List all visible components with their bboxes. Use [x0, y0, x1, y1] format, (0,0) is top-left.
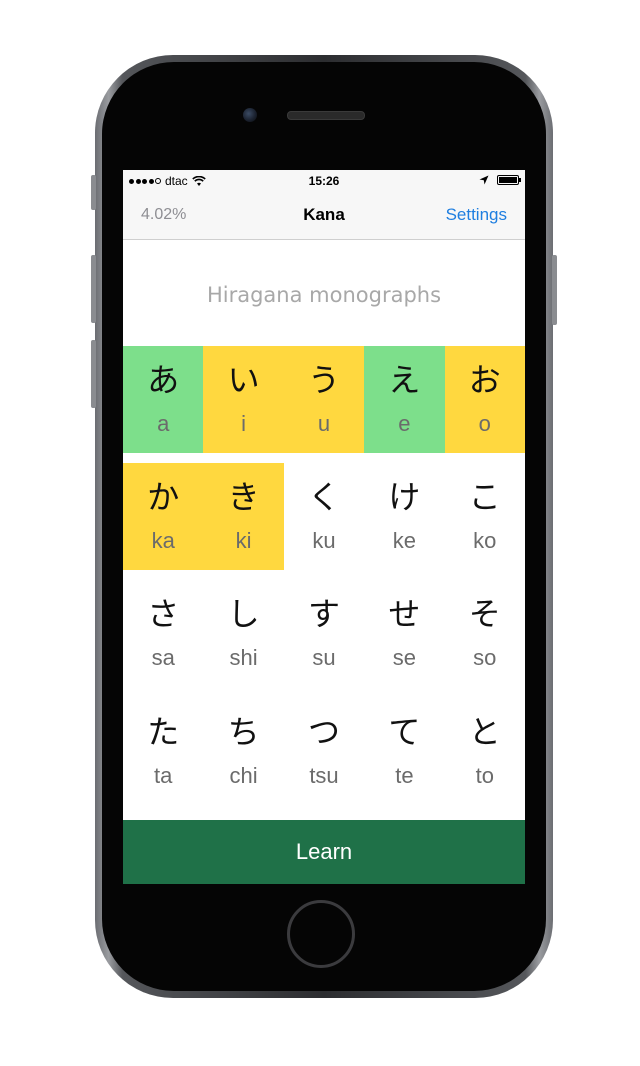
kana-character: す [307, 595, 340, 633]
kana-character: つ [307, 713, 340, 751]
kana-romaji: so [473, 645, 497, 670]
status-bar: dtac 15:26 [123, 170, 525, 192]
front-camera [243, 108, 257, 122]
kana-row: か ka き ki く ku け ke こ ko [123, 463, 525, 570]
kana-row: た ta ち chi つ tsu て te と to [123, 698, 525, 805]
kana-cell-a[interactable]: あa [123, 346, 204, 453]
earpiece-speaker [287, 111, 365, 120]
kana-romaji: ko [473, 528, 497, 553]
kana-character: く [307, 478, 340, 516]
kana-character: あ [147, 361, 180, 399]
battery-icon [497, 175, 521, 185]
kana-cell-te[interactable]: て te [364, 698, 444, 805]
kana-character: か [147, 478, 180, 516]
kana-cell-su[interactable]: す su [284, 580, 364, 687]
kana-character: さ [147, 595, 180, 633]
kana-character: と [468, 713, 501, 751]
kana-character: い [227, 361, 260, 399]
volume-down-button [91, 340, 96, 408]
learn-button[interactable]: Learn [123, 820, 525, 884]
kana-character: き [227, 478, 260, 516]
kana-romaji: o [478, 411, 491, 436]
navigation-bar: 4.02% Kana Settings [123, 192, 525, 240]
kana-character: そ [468, 595, 501, 633]
app-screen: dtac 15:26 4.02% Kana Settings Hiragana … [123, 170, 525, 884]
kana-romaji: ki [235, 528, 252, 553]
kana-romaji: to [475, 763, 494, 788]
kana-romaji: shi [229, 645, 258, 670]
mute-switch [91, 175, 96, 210]
kana-cell-sa[interactable]: さ sa [123, 580, 203, 687]
kana-character: こ [468, 478, 501, 516]
kana-romaji: te [395, 763, 414, 788]
kana-character: う [307, 361, 340, 399]
kana-character: え [388, 361, 421, 399]
kana-cell-e[interactable]: えe [364, 346, 445, 453]
kana-cell-se[interactable]: せ se [364, 580, 444, 687]
kana-cell-ke[interactable]: け ke [364, 463, 444, 570]
kana-cell-shi[interactable]: し shi [203, 580, 283, 687]
kana-cell-ki[interactable]: き ki [203, 463, 284, 570]
kana-romaji: se [392, 645, 416, 670]
kana-cell-ka[interactable]: か ka [123, 463, 204, 570]
settings-button[interactable]: Settings [446, 205, 507, 225]
section-title: Hiragana monographs [206, 283, 442, 307]
kana-cell-ku[interactable]: く ku [284, 463, 364, 570]
kana-cell-u[interactable]: うu [283, 346, 365, 453]
kana-romaji: ke [392, 528, 416, 553]
status-right [479, 175, 521, 185]
kana-character: た [147, 713, 180, 751]
location-arrow-icon [479, 175, 489, 185]
kana-cell-ta[interactable]: た ta [123, 698, 203, 805]
kana-romaji: a [157, 411, 170, 436]
kana-cell-o[interactable]: おo [444, 346, 525, 453]
kana-romaji: ta [154, 763, 173, 788]
kana-cell-chi[interactable]: ち chi [203, 698, 283, 805]
kana-cell-ko[interactable]: こ ko [445, 463, 525, 570]
volume-up-button [91, 255, 96, 323]
kana-romaji: ku [312, 528, 336, 553]
kana-character: ち [227, 713, 260, 751]
kana-character: し [227, 595, 260, 633]
kana-character: て [388, 713, 421, 751]
kana-row: あaいiうuえeおo [123, 346, 525, 453]
kana-romaji: e [398, 411, 411, 436]
status-time: 15:26 [308, 174, 340, 188]
kana-cell-i[interactable]: いi [203, 346, 284, 453]
kana-cell-tsu[interactable]: つ tsu [284, 698, 364, 805]
kana-character: お [468, 361, 501, 399]
kana-character: け [388, 478, 421, 516]
kana-romaji: ka [151, 528, 175, 553]
power-button [552, 255, 557, 325]
kana-romaji: i [241, 411, 247, 436]
kana-romaji: su [312, 645, 336, 670]
kana-romaji: tsu [309, 763, 339, 788]
kana-character: せ [388, 595, 421, 633]
kana-row: さ sa し shi す su せ se そ so [123, 580, 525, 687]
kana-cell-so[interactable]: そ so [445, 580, 525, 687]
kana-romaji: sa [151, 645, 175, 670]
kana-romaji: chi [229, 763, 258, 788]
kana-cell-to[interactable]: と to [445, 698, 525, 805]
kana-romaji: u [317, 411, 331, 436]
home-button[interactable] [287, 900, 355, 968]
